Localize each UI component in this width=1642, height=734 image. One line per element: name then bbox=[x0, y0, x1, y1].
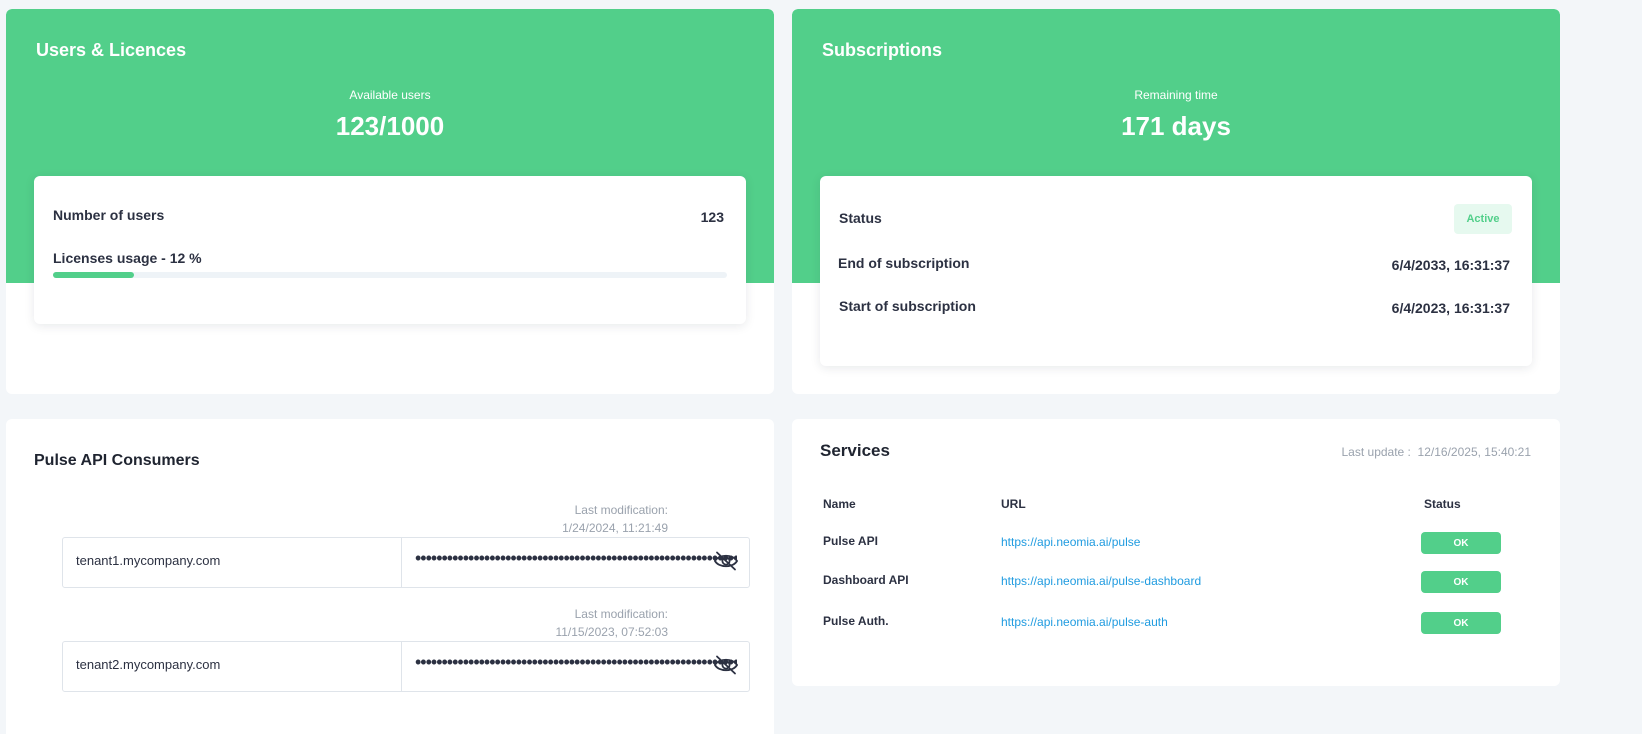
consumer-1-secret-field[interactable]: ••••••••••••••••••••••••••••••••••••••••… bbox=[415, 548, 737, 569]
users-card-title: Users & Licences bbox=[36, 40, 187, 60]
services-column-name: Name bbox=[823, 497, 856, 511]
service-status-badge: OK bbox=[1421, 612, 1501, 634]
remaining-time-value: 171 days bbox=[1121, 111, 1231, 141]
number-of-users-label: Number of users bbox=[53, 207, 165, 223]
consumer-2-divider bbox=[401, 642, 402, 691]
licenses-usage-fill bbox=[53, 272, 134, 278]
subscriptions-card: Subscriptions Remaining time 171 days St… bbox=[792, 9, 1560, 394]
service-status-badge: OK bbox=[1421, 532, 1501, 554]
status-badge: Active bbox=[1454, 204, 1512, 234]
consumer-1-name[interactable]: tenant1.mycompany.com bbox=[76, 553, 220, 568]
eye-slash-icon[interactable] bbox=[713, 551, 739, 571]
services-last-update: Last update : 12/16/2025, 15:40:21 bbox=[1341, 445, 1532, 459]
licenses-usage-bar bbox=[53, 272, 727, 278]
consumer-1-last-modification-label: Last modification: bbox=[574, 503, 668, 517]
service-url-link[interactable]: https://api.neomia.ai/pulse-auth bbox=[1001, 615, 1168, 629]
number-of-users-value: 123 bbox=[700, 209, 724, 225]
consumer-2-last-modification-date: 11/15/2023, 07:52:03 bbox=[555, 625, 668, 639]
service-name: Dashboard API bbox=[823, 573, 909, 587]
consumer-1-row: tenant1.mycompany.com ••••••••••••••••••… bbox=[62, 537, 750, 588]
consumer-1-divider bbox=[401, 538, 402, 587]
consumer-1-last-modification-date: 1/24/2024, 11:21:49 bbox=[562, 521, 668, 535]
available-users-label: Available users bbox=[349, 88, 431, 102]
services-column-url: URL bbox=[1001, 497, 1026, 511]
consumer-2-row: tenant2.mycompany.com ••••••••••••••••••… bbox=[62, 641, 750, 692]
start-of-subscription-label: Start of subscription bbox=[839, 298, 976, 314]
consumers-card-title: Pulse API Consumers bbox=[34, 452, 200, 469]
service-name: Pulse API bbox=[823, 534, 878, 548]
service-url-link[interactable]: https://api.neomia.ai/pulse-dashboard bbox=[1001, 574, 1201, 588]
services-card: Services Last update : 12/16/2025, 15:40… bbox=[792, 419, 1560, 686]
consumer-2-name[interactable]: tenant2.mycompany.com bbox=[76, 657, 220, 672]
services-column-status: Status bbox=[1424, 497, 1461, 511]
start-of-subscription-value: 6/4/2023, 16:31:37 bbox=[1391, 300, 1510, 316]
services-card-title: Services bbox=[820, 441, 890, 460]
remaining-time-label: Remaining time bbox=[1134, 88, 1218, 102]
eye-slash-icon[interactable] bbox=[713, 655, 739, 675]
subscription-detail-panel: Status Active End of subscription 6/4/20… bbox=[820, 176, 1532, 366]
users-licences-card: Users & Licences Available users 123/100… bbox=[6, 9, 774, 394]
end-of-subscription-value: 6/4/2033, 16:31:37 bbox=[1391, 257, 1510, 273]
available-users-value: 123/1000 bbox=[335, 111, 445, 141]
consumer-2-last-modification-label: Last modification: bbox=[574, 607, 668, 621]
status-label: Status bbox=[839, 210, 882, 226]
pulse-api-consumers-card: Pulse API Consumers Last modification: 1… bbox=[6, 419, 774, 734]
subscriptions-card-title: Subscriptions bbox=[822, 40, 943, 60]
end-of-subscription-label: End of subscription bbox=[838, 255, 970, 271]
consumer-2-secret-field[interactable]: ••••••••••••••••••••••••••••••••••••••••… bbox=[415, 652, 737, 673]
users-detail-panel: Number of users 123 Licenses usage - 12 … bbox=[34, 176, 746, 324]
service-url-link[interactable]: https://api.neomia.ai/pulse bbox=[1001, 535, 1140, 549]
service-name: Pulse Auth. bbox=[823, 614, 889, 628]
licenses-usage-label: Licenses usage - 12 % bbox=[53, 250, 202, 266]
service-status-badge: OK bbox=[1421, 571, 1501, 593]
